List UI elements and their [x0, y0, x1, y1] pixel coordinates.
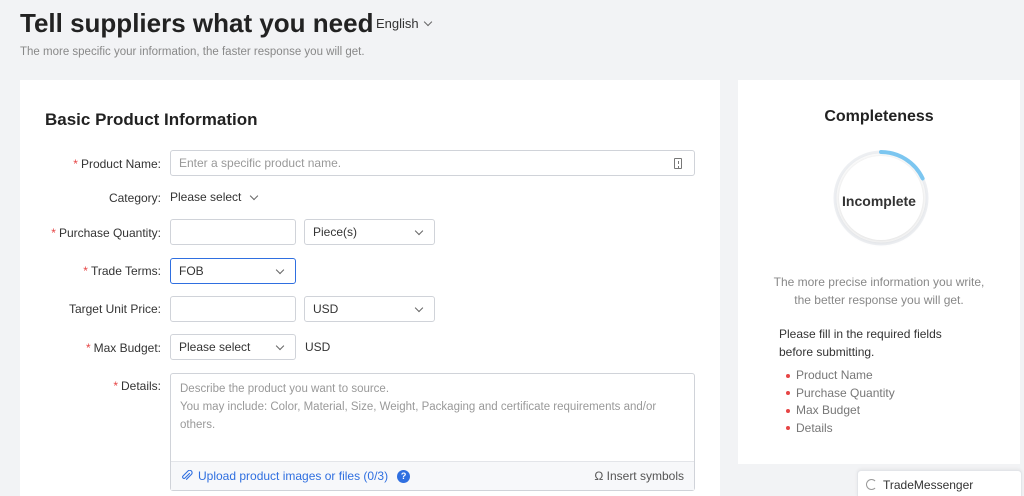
- trade-terms-label: * Trade Terms:: [83, 264, 161, 278]
- insert-symbols-button[interactable]: Ω Insert symbols: [594, 469, 684, 483]
- required-mark: *: [85, 341, 91, 355]
- max-budget-value: Please select: [179, 340, 251, 354]
- chevron-down-icon: [250, 191, 259, 200]
- bullet-icon: [786, 391, 790, 396]
- completeness-note: Please fill in the required fields befor…: [779, 327, 942, 359]
- product-name-label: * Product Name:: [73, 157, 161, 171]
- required-mark: *: [73, 157, 78, 171]
- chevron-down-icon: [275, 265, 285, 274]
- purchase-quantity-label: * Purchase Quantity:: [51, 226, 161, 240]
- basic-info-card: Basic Product Information * Product Name:…: [20, 80, 720, 496]
- completeness-status: Incomplete: [842, 193, 916, 209]
- page-title: Tell suppliers what you need: [20, 8, 374, 38]
- list-item: Max Budget: [786, 402, 895, 420]
- quantity-unit-value: Piece(s): [313, 225, 358, 239]
- details-toolbar: Upload product images or files (0/3) ? Ω…: [171, 461, 694, 490]
- chevron-down-icon: [275, 341, 285, 350]
- completeness-hint: The more precise information you write, …: [773, 275, 985, 307]
- chevron-down-icon: [423, 17, 432, 27]
- category-select[interactable]: Please select: [170, 184, 259, 210]
- upload-label: Upload product images or files (0/3): [198, 469, 389, 483]
- details-placeholder: Describe the product you want to source.…: [180, 383, 657, 431]
- list-item: Product Name: [786, 367, 895, 385]
- product-name-input[interactable]: Enter a specific product name.: [170, 150, 695, 176]
- chevron-down-icon: [414, 226, 424, 235]
- messenger-icon: [866, 479, 877, 490]
- trade-terms-value: FOB: [179, 264, 204, 278]
- trade-messenger-tab[interactable]: TradeMessenger: [857, 470, 1022, 496]
- quantity-unit-select[interactable]: Piece(s): [304, 219, 435, 245]
- trade-terms-select[interactable]: FOB: [170, 258, 296, 284]
- bullet-icon: [786, 373, 790, 378]
- max-budget-currency: USD: [305, 340, 331, 354]
- help-icon[interactable]: ?: [397, 469, 411, 483]
- bullet-icon: [786, 426, 790, 431]
- max-budget-label: * Max Budget:: [85, 341, 161, 355]
- category-value: Please select: [170, 190, 242, 204]
- completeness-card: Completeness Incomplete The more precise…: [738, 80, 1020, 464]
- completeness-title: Completeness: [824, 108, 934, 125]
- language-selector[interactable]: English: [376, 16, 432, 31]
- list-item: Purchase Quantity: [786, 385, 895, 403]
- details-textarea[interactable]: Describe the product you want to source.…: [170, 373, 695, 491]
- list-item: Details: [786, 420, 895, 438]
- required-fields-list: Product Name Purchase Quantity Max Budge…: [786, 367, 895, 437]
- language-label: English: [376, 16, 419, 31]
- product-name-placeholder: Enter a specific product name.: [179, 156, 342, 170]
- trade-messenger-label: TradeMessenger: [883, 477, 974, 492]
- purchase-quantity-input[interactable]: [170, 219, 296, 245]
- section-title: Basic Product Information: [45, 110, 258, 129]
- max-budget-select[interactable]: Please select: [170, 334, 296, 360]
- details-label: * Details:: [113, 379, 161, 393]
- required-mark: *: [83, 264, 88, 278]
- bullet-icon: [786, 408, 790, 413]
- paperclip-icon: [182, 470, 193, 480]
- upload-files-link[interactable]: Upload product images or files (0/3) ?: [181, 469, 411, 483]
- target-unit-price-label: Target Unit Price:: [68, 302, 161, 316]
- chevron-down-icon: [414, 303, 424, 312]
- required-mark: *: [113, 379, 118, 393]
- clipboard-icon[interactable]: [674, 158, 682, 169]
- price-currency-select[interactable]: USD: [304, 296, 435, 322]
- category-label: Category:: [108, 191, 161, 205]
- required-mark: *: [51, 226, 56, 240]
- page-subtitle: The more specific your information, the …: [20, 46, 365, 58]
- price-currency-value: USD: [313, 302, 339, 316]
- target-unit-price-input[interactable]: [170, 296, 296, 322]
